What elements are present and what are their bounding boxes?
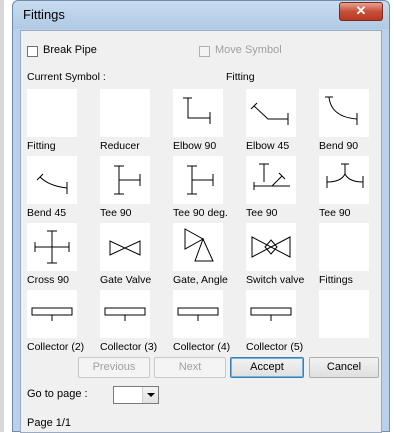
- symbol-label: Elbow 45: [246, 140, 290, 152]
- close-button[interactable]: ✕: [339, 2, 383, 21]
- symbol-label: Tee 90 deg.: [173, 207, 228, 219]
- break-pipe-checkbox[interactable]: [27, 46, 38, 57]
- symbol-label: Switch valve: [246, 274, 305, 286]
- symbol-label: Tee 90: [246, 207, 278, 219]
- symbol-label: Fittings: [319, 274, 353, 286]
- symbol-label: Gate, Angle: [173, 274, 228, 286]
- symbol-cell-fitting[interactable]: [27, 89, 77, 137]
- symbol-cell-switch-valve[interactable]: [246, 223, 296, 271]
- symbol-cell-gate-angle[interactable]: [173, 223, 223, 271]
- symbol-cell-tee-90-bend[interactable]: [319, 156, 369, 204]
- symbol-label: Gate Valve: [100, 274, 152, 286]
- symbol-label: Collector (5): [246, 341, 304, 353]
- symbol-cell-collector-2[interactable]: [27, 290, 77, 338]
- symbol-cell-bend-90[interactable]: [319, 89, 369, 137]
- symbol-cell-elbow-90[interactable]: [173, 89, 223, 137]
- symbol-label: Tee 90: [319, 207, 351, 219]
- symbol-label: Bend 90: [319, 140, 359, 152]
- collector-icon: [31, 307, 73, 321]
- elbow-90-icon: [183, 97, 211, 124]
- go-to-page-label: Go to page :: [27, 388, 88, 400]
- page-indicator: Page 1/1: [27, 417, 72, 429]
- window-title: Fittings: [23, 7, 65, 22]
- tee-90-angled-icon: [253, 163, 290, 190]
- symbol-label: Bend 45: [27, 207, 67, 219]
- collector-icon: [250, 307, 292, 321]
- current-symbol-label: Current Symbol :: [27, 71, 106, 83]
- title-bar[interactable]: Fittings ✕: [13, 1, 389, 29]
- dialog-body: Break Pipe Move Symbol Current Symbol : …: [20, 30, 382, 433]
- move-symbol-label[interactable]: Move Symbol: [215, 44, 282, 56]
- collector-icon: [104, 307, 146, 321]
- previous-button[interactable]: Previous: [78, 357, 150, 378]
- gate-angle-icon: [184, 228, 214, 262]
- elbow-45-icon: [250, 102, 289, 125]
- symbol-cell-tee-90-deg[interactable]: [173, 156, 223, 204]
- next-button[interactable]: Next: [154, 357, 226, 378]
- symbol-cell-fittings[interactable]: [319, 223, 369, 271]
- symbol-cell-collector-4[interactable]: [173, 290, 223, 338]
- tee-90-icon: [114, 165, 141, 195]
- current-symbol-value: Fitting: [226, 71, 255, 83]
- background-edge: [0, 0, 4, 432]
- symbol-cell-tee-90[interactable]: [100, 156, 150, 204]
- fittings-dialog: Fittings ✕ Break Pipe Move Symbol Curren…: [12, 0, 390, 433]
- cancel-button[interactable]: Cancel: [309, 357, 379, 378]
- tee-90-deg-icon: [187, 165, 214, 195]
- tee-90-bend-icon: [326, 163, 364, 188]
- symbol-cell-reducer[interactable]: [100, 89, 150, 137]
- symbol-cell-tee-90-angled[interactable]: [246, 156, 296, 204]
- bend-90-icon: [325, 96, 358, 125]
- symbol-cell-gate-valve[interactable]: [100, 223, 150, 271]
- symbol-cell-collector-5[interactable]: [246, 290, 296, 338]
- symbol-label: Reducer: [100, 140, 140, 152]
- symbol-cell-cross-90[interactable]: [27, 223, 77, 271]
- symbol-cell-empty[interactable]: [319, 290, 369, 338]
- bend-45-icon: [36, 173, 68, 194]
- go-to-page-select[interactable]: [113, 386, 159, 404]
- gate-valve-icon: [109, 240, 141, 256]
- switch-valve-icon: [251, 236, 291, 258]
- symbol-label: Cross 90: [27, 274, 70, 286]
- symbol-label: Elbow 90: [173, 140, 217, 152]
- accept-button[interactable]: Accept: [230, 357, 304, 378]
- collector-icon: [177, 307, 219, 321]
- symbol-label: Fitting: [27, 140, 56, 152]
- symbol-cell-bend-45[interactable]: [27, 156, 77, 204]
- symbol-label: Collector (4): [173, 341, 231, 353]
- symbol-label: Collector (2): [27, 341, 85, 353]
- break-pipe-label[interactable]: Break Pipe: [43, 44, 97, 56]
- symbol-cell-elbow-45[interactable]: [246, 89, 296, 137]
- symbol-cell-collector-3[interactable]: [100, 290, 150, 338]
- cross-90-icon: [34, 230, 70, 264]
- chevron-down-icon[interactable]: [142, 387, 158, 403]
- close-icon: ✕: [355, 3, 367, 18]
- move-symbol-checkbox[interactable]: [199, 46, 210, 57]
- symbol-label: Tee 90: [100, 207, 132, 219]
- symbol-label: Collector (3): [100, 341, 158, 353]
